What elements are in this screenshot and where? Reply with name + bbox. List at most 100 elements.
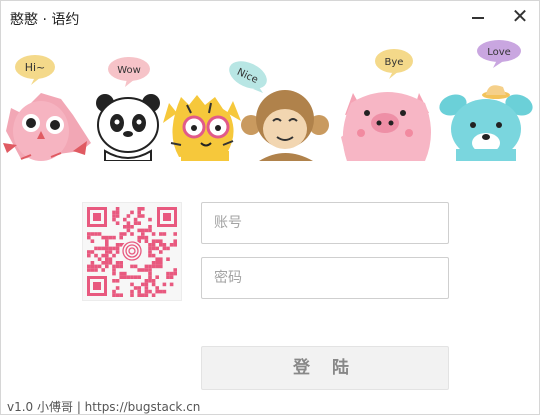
account-input[interactable] (202, 203, 448, 243)
qr-module (94, 253, 98, 258)
qr-module (97, 264, 102, 269)
speech-bubble-hi: Hi~ (15, 55, 55, 85)
qr-module (87, 235, 91, 240)
qr-module (105, 235, 109, 240)
qr-module (169, 243, 174, 247)
password-field[interactable] (201, 257, 449, 299)
qr-module (112, 217, 116, 222)
qr-module (101, 253, 105, 258)
qr-module (112, 253, 116, 258)
qr-module (130, 264, 134, 269)
minimize-button[interactable] (467, 7, 489, 27)
qr-module (119, 293, 123, 297)
qr-module (148, 250, 152, 254)
qr-module (108, 235, 113, 240)
qr-module (159, 257, 163, 261)
password-input[interactable] (202, 258, 448, 298)
qr-code[interactable] (82, 202, 182, 301)
qr-module (112, 293, 116, 297)
qr-module (126, 228, 131, 233)
qr-module (137, 207, 141, 211)
close-button[interactable]: ✕ (510, 6, 530, 26)
qr-module (151, 282, 156, 287)
account-field[interactable] (201, 202, 449, 244)
qr-module (151, 243, 156, 247)
qr-module (166, 275, 170, 279)
qr-module (115, 210, 120, 215)
qr-module (90, 264, 95, 269)
qr-module (133, 217, 138, 222)
qr-module (94, 232, 98, 236)
qr-module (115, 243, 120, 247)
qr-module (115, 250, 120, 254)
qr-module (169, 282, 174, 287)
qr-module (130, 282, 134, 287)
qr-module (159, 243, 163, 247)
qr-module (148, 228, 152, 233)
qr-module (151, 279, 156, 283)
qr-module (137, 210, 141, 215)
qr-module (115, 264, 120, 269)
qr-module (144, 293, 149, 297)
animal-banner: Hi~ Wow Nice Bye Love (3, 40, 533, 161)
qr-module (155, 246, 159, 251)
qr-module (151, 239, 156, 243)
qr-module (115, 279, 120, 283)
qr-module (155, 239, 159, 243)
qr-module (87, 232, 91, 236)
qr-module (105, 239, 109, 243)
qr-module (130, 232, 134, 236)
qr-module (105, 243, 109, 247)
qr-module (141, 268, 145, 272)
qr-module (155, 261, 159, 265)
qr-module (148, 246, 152, 251)
qr-module (101, 235, 105, 240)
monkey-icon (241, 90, 329, 161)
qr-module (108, 246, 113, 251)
qr-module (123, 275, 127, 279)
qr-module (105, 261, 109, 265)
login-button[interactable]: 登 陆 (201, 346, 449, 390)
qr-module (166, 257, 170, 261)
qr-module (162, 289, 167, 294)
qr-module (90, 239, 95, 243)
qr-module (151, 232, 156, 236)
qr-module (94, 268, 98, 272)
qr-module (166, 271, 170, 276)
qr-module (144, 239, 149, 243)
qr-module (141, 214, 145, 218)
qr-module (148, 225, 152, 229)
qr-module (137, 293, 141, 297)
qr-module (141, 235, 145, 240)
qr-module (130, 289, 134, 294)
svg-text:Wow: Wow (117, 65, 141, 76)
qr-module (123, 232, 127, 236)
qr-module (123, 217, 127, 222)
qr-module (162, 246, 167, 251)
qr-module (173, 243, 177, 247)
speech-bubble-bye: Bye (375, 49, 413, 79)
qr-module (151, 293, 156, 297)
qr-module (144, 228, 149, 233)
qr-module (148, 289, 152, 294)
title-bar[interactable]: 憨憨 · 语约 ✕ (1, 1, 539, 33)
qr-module (119, 275, 123, 279)
qr-module (137, 286, 141, 290)
login-window: 憨憨 · 语约 ✕ Hi~ Wow Nice Bye Love 账号 登 陆 v… (0, 0, 540, 415)
qr-module (126, 275, 131, 279)
qr-module (144, 264, 149, 269)
qr-module (148, 275, 152, 279)
qr-module (144, 235, 149, 240)
qr-module (159, 264, 163, 269)
qr-module (90, 232, 95, 236)
qr-module (137, 289, 141, 294)
qr-module (126, 225, 131, 229)
qr-module (137, 228, 141, 233)
qr-module (159, 232, 163, 236)
qr-module (130, 210, 134, 215)
version-footer: v1.0 小傅哥 | https://bugstack.cn (7, 400, 201, 414)
qr-module (151, 246, 156, 251)
qr-module (148, 268, 152, 272)
qr-module (87, 268, 91, 272)
qr-module (94, 246, 98, 251)
